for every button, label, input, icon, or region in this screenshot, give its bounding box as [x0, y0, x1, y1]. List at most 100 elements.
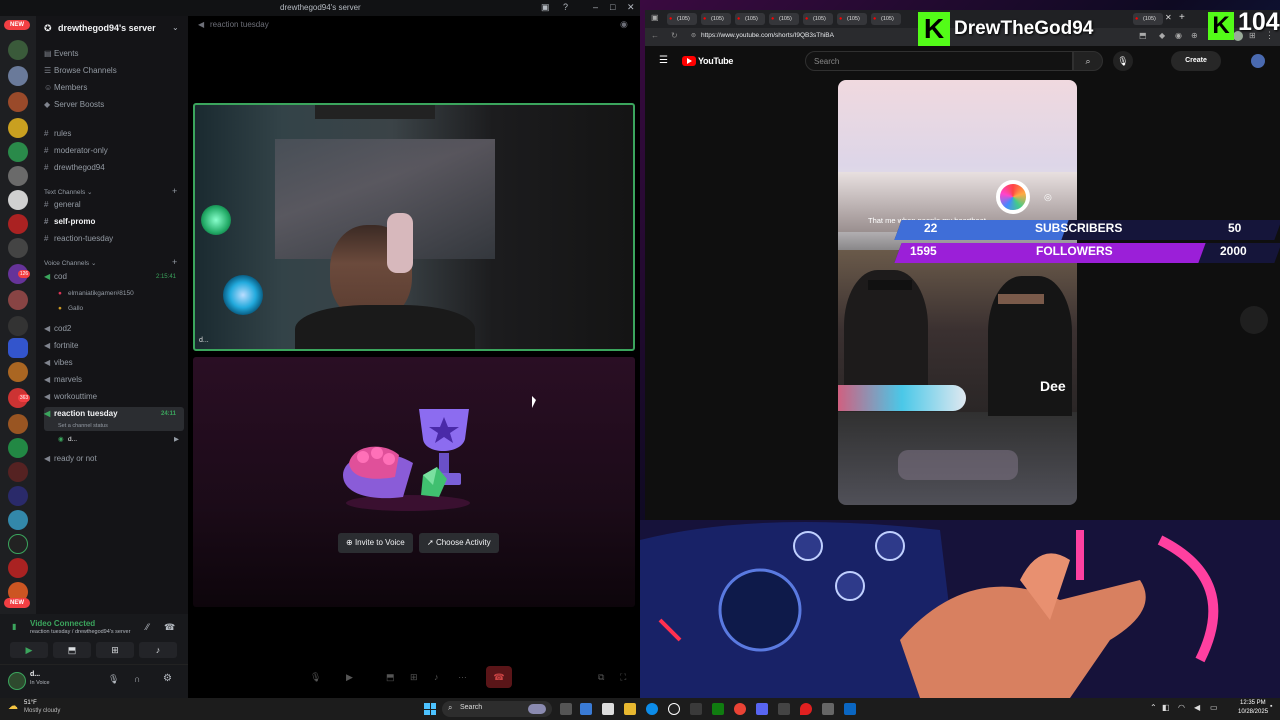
server-icon[interactable] [8, 316, 28, 336]
voice-channel-workouttime[interactable]: ◀ workouttime [44, 390, 184, 404]
microphone-icon[interactable]: 🎙︎ [108, 674, 119, 685]
video-tile[interactable]: d... [193, 103, 635, 351]
notification-icon[interactable]: ▪ [1270, 703, 1272, 710]
invite-to-voice-button[interactable]: ⊕ Invite to Voice [338, 533, 413, 553]
browser-tab[interactable]: ● (105) [803, 13, 833, 25]
widgets-icon[interactable] [580, 703, 592, 715]
menu-members[interactable]: ☺ Members [44, 81, 184, 95]
add-channel-icon[interactable]: + [172, 186, 177, 196]
activity-button[interactable]: ⊞ [96, 642, 134, 658]
channel-reaction-tuesday[interactable]: # reaction-tuesday [44, 232, 184, 246]
camera-icon[interactable]: ▶ [346, 672, 353, 683]
taskbar-search[interactable]: ⌕ Search [442, 701, 552, 717]
clock-time[interactable]: 12:35 PM [1240, 700, 1266, 706]
voice-channel-reaction-tuesday[interactable]: ◀ reaction tuesday 24:11 Set a channel st… [44, 407, 184, 431]
microphone-icon[interactable]: 🎙︎ [310, 672, 321, 683]
server-icon[interactable] [8, 214, 28, 234]
start-button[interactable] [424, 703, 436, 715]
search-button[interactable]: ⌕ [1073, 51, 1103, 71]
menu-events[interactable]: ▤ Events [44, 47, 184, 61]
voice-channel-ready-or-not[interactable]: ◀ ready or not [44, 452, 184, 466]
gear-icon[interactable]: ⚙ [163, 673, 172, 684]
noise-suppression-icon[interactable]: ⁄⁄ [146, 622, 149, 632]
inbox-icon[interactable]: ▣ [541, 2, 550, 13]
reload-icon[interactable]: ↻ [671, 31, 678, 40]
store-icon[interactable] [602, 703, 614, 715]
server-icon[interactable] [8, 558, 28, 578]
battery-icon[interactable]: ▭ [1210, 703, 1218, 712]
channel-moderator-only[interactable]: # moderator-only [44, 144, 184, 158]
server-icon[interactable] [8, 414, 28, 434]
app-icon[interactable] [690, 703, 702, 715]
hamburger-menu-icon[interactable]: ☰ [659, 55, 668, 66]
youtube-short-player[interactable]: That me when people my heartbeat ◎ Dee [838, 80, 1077, 505]
server-icon[interactable] [8, 92, 28, 112]
voice-user[interactable]: ● Gallo [58, 302, 198, 316]
edge-icon[interactable] [646, 703, 658, 715]
weather-temp[interactable]: 51°F [24, 700, 37, 706]
server-icon[interactable] [8, 462, 28, 482]
choose-activity-button[interactable]: ➚ Choose Activity [419, 533, 499, 553]
soundboard-icon[interactable]: ♪ [434, 672, 439, 682]
weather-text[interactable]: Mostly cloudy [24, 708, 60, 714]
close-button[interactable]: ✕ [627, 2, 635, 13]
youtube-logo-icon[interactable] [682, 56, 696, 66]
channel-rules[interactable]: # rules [44, 127, 184, 141]
voice-user[interactable]: ◉ d... ▶ [58, 433, 198, 447]
avatar[interactable] [8, 672, 26, 690]
voice-channel-vibes[interactable]: ◀ vibes [44, 356, 184, 370]
chrome-icon[interactable] [734, 703, 746, 715]
activity-icon[interactable]: ⊞ [410, 672, 418, 683]
tray-icon[interactable]: ◧ [1162, 703, 1170, 712]
voice-user[interactable]: ● elmaniatikgamer#8150 [58, 287, 198, 301]
voice-channel-marvels[interactable]: ◀ marvels [44, 373, 184, 387]
server-icon[interactable] [8, 66, 28, 86]
app-icon[interactable] [668, 703, 680, 715]
category-voice-channels[interactable]: Voice Channels ⌄ [44, 259, 96, 267]
server-icon[interactable] [8, 166, 28, 186]
server-icon[interactable] [8, 438, 28, 458]
server-name[interactable]: drewthegod94's server [58, 23, 156, 33]
next-short-button[interactable] [1240, 306, 1268, 334]
browser-tab[interactable]: ● (105) [769, 13, 799, 25]
server-icon[interactable] [8, 534, 28, 554]
minimize-button[interactable]: – [593, 2, 598, 12]
voice-channel-cod2[interactable]: ◀ cod2 [44, 322, 184, 336]
browser-tab[interactable]: ● (105) [735, 13, 765, 25]
server-icon[interactable] [8, 510, 28, 530]
channel-status[interactable]: Set a channel status [58, 419, 108, 433]
screenshare-button[interactable]: ⬒ [53, 642, 91, 658]
add-channel-icon[interactable]: + [172, 257, 177, 267]
channel-general[interactable]: # general [44, 198, 184, 212]
category-text-channels[interactable]: Text Channels ⌄ [44, 188, 92, 196]
map-pin-icon[interactable] [800, 703, 812, 715]
headphones-icon[interactable]: ∩ [134, 674, 140, 684]
popout-icon[interactable]: ⧉ [598, 672, 604, 683]
wifi-icon[interactable]: ◠ [1178, 703, 1185, 712]
app-icon[interactable] [822, 703, 834, 715]
channel-drewthegod94[interactable]: # drewthegod94 [44, 161, 184, 175]
site-info-icon[interactable]: ⊜ [691, 32, 696, 39]
file-explorer-icon[interactable] [624, 703, 636, 715]
app-icon[interactable] [844, 703, 856, 715]
browser-tab[interactable]: ● (105) [667, 13, 697, 25]
channel-self-promo[interactable]: # self-promo [44, 215, 184, 229]
app-icon[interactable] [778, 703, 790, 715]
server-icon[interactable] [8, 362, 28, 382]
voice-search-button[interactable]: 🎙︎ [1113, 51, 1133, 71]
browser-tab[interactable]: ● (105) [837, 13, 867, 25]
chevron-up-icon[interactable]: ⌃ [1150, 703, 1157, 712]
voice-channel-cod[interactable]: ◀ cod 2:15:41 [44, 270, 184, 284]
menu-server-boosts[interactable]: ◆ Server Boosts [44, 98, 184, 112]
server-icon[interactable] [8, 142, 28, 162]
disconnect-button[interactable]: ☎ [486, 666, 512, 688]
create-button[interactable]: Create [1171, 51, 1221, 71]
back-icon[interactable]: ← [651, 31, 659, 40]
chevron-down-icon[interactable]: ⌄ [172, 23, 179, 32]
discord-icon[interactable] [756, 703, 768, 715]
help-icon[interactable]: ? [563, 2, 568, 12]
avatar[interactable] [1251, 54, 1265, 68]
disconnect-icon[interactable]: ☎ [164, 622, 175, 633]
browser-tab[interactable]: ● (105) [701, 13, 731, 25]
server-icon[interactable] [8, 338, 28, 358]
